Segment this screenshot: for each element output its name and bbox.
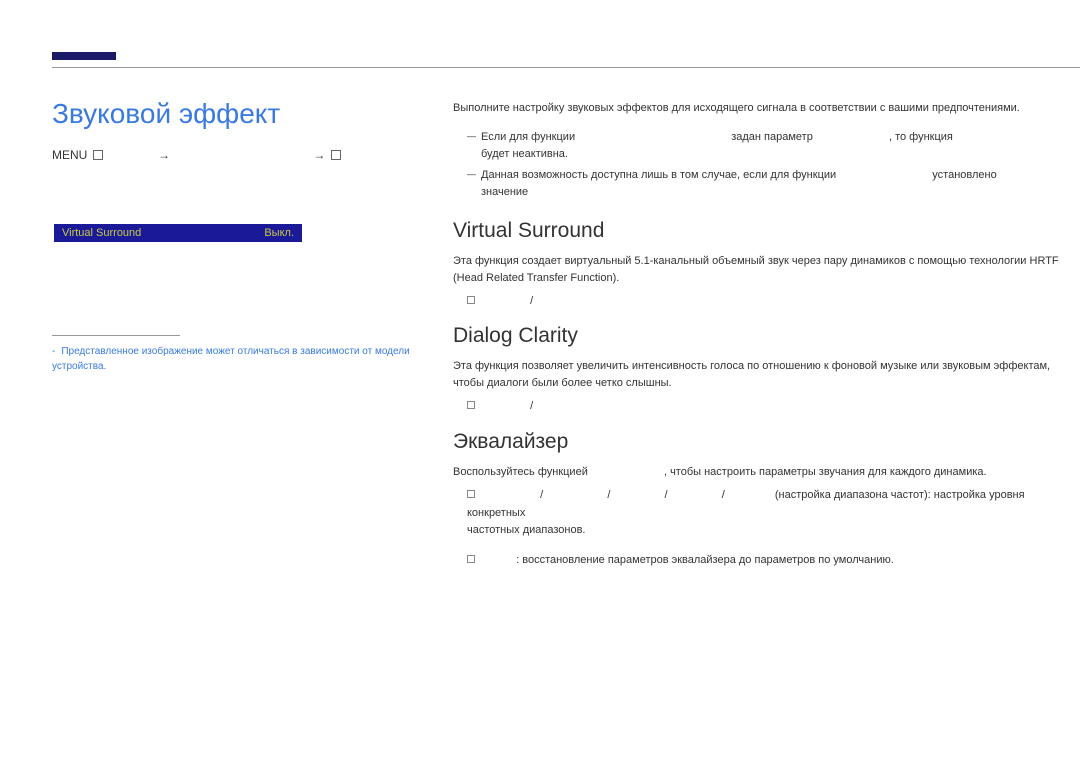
breadcrumb-menu: MENU — [52, 148, 87, 162]
separator: / — [722, 489, 725, 501]
menu-icon — [93, 150, 103, 160]
note-item: Если для функции задан параметр , то фун… — [467, 129, 1070, 163]
note-fragment: Если для функции — [481, 131, 575, 143]
eq-text-b: , чтобы настроить параметры звучания для… — [664, 466, 987, 478]
note-fragment: будет неактивна. — [481, 148, 568, 160]
note-fragment: значение — [481, 186, 528, 198]
note-fragment: Данная возможность доступна лишь в том с… — [481, 169, 836, 181]
separator: / — [530, 295, 533, 307]
breadcrumb-arrow: → — [158, 148, 170, 162]
image-disclaimer: -Представленное изображение может отлича… — [52, 344, 412, 374]
eq-tail: (настройка диапазона частот): настройка … — [467, 489, 1025, 519]
breadcrumb-arrow: → — [313, 148, 325, 162]
enter-icon — [331, 150, 341, 160]
separator: / — [665, 489, 668, 501]
note-fragment: , то функция — [889, 131, 953, 143]
menu-item-label: Virtual Surround — [62, 227, 141, 239]
note-fragment: установлено — [932, 169, 996, 181]
header-rule — [52, 67, 1080, 68]
separator: / — [607, 489, 610, 501]
option-row: / / / / (настройка диапазона частот): на… — [453, 487, 1070, 540]
bullet-icon — [467, 490, 475, 498]
disclaimer-text: Представленное изображение может отличат… — [52, 346, 410, 372]
section-heading-virtual: Virtual Surround — [453, 219, 1070, 243]
note-item: Данная возможность доступна лишь в том с… — [467, 167, 1070, 201]
eq-text-a: Воспользуйтесь функцией — [453, 466, 588, 478]
section-text: Воспользуйтесь функцией , чтобы настроит… — [453, 464, 1070, 481]
divider — [52, 335, 180, 336]
eq-reset: : восстановление параметров эквалайзера … — [516, 554, 894, 566]
section-heading-eq: Эквалайзер — [453, 430, 1070, 454]
bullet-icon — [467, 555, 475, 563]
section-heading-dialog: Dialog Clarity — [453, 324, 1070, 348]
bullet-icon — [467, 296, 475, 304]
dash-icon: - — [52, 346, 55, 357]
section-text: Эта функция создает виртуальный 5.1-кана… — [453, 253, 1070, 287]
notes-list: Если для функции задан параметр , то фун… — [467, 129, 1070, 201]
option-row: / — [453, 398, 1070, 416]
menu-item-value: Выкл. — [264, 227, 294, 239]
intro-paragraph: Выполните настройку звуковых эффектов дл… — [453, 100, 1070, 117]
note-fragment: задан параметр — [731, 131, 813, 143]
separator: / — [530, 400, 533, 412]
option-row: : восстановление параметров эквалайзера … — [453, 552, 1070, 570]
bullet-icon — [467, 401, 475, 409]
main-content: Выполните настройку звуковых эффектов дл… — [453, 100, 1070, 581]
section-text: Эта функция позволяет увеличить интенсив… — [453, 358, 1070, 392]
separator: / — [540, 489, 543, 501]
option-row: / — [453, 293, 1070, 311]
selected-menu-item[interactable]: Virtual Surround Выкл. — [54, 224, 302, 242]
eq-tail2: частотных диапазонов. — [467, 524, 585, 536]
chapter-marker — [52, 52, 116, 60]
breadcrumb: MENU → → — [52, 148, 343, 162]
page-title: Звуковой эффект — [52, 98, 280, 130]
